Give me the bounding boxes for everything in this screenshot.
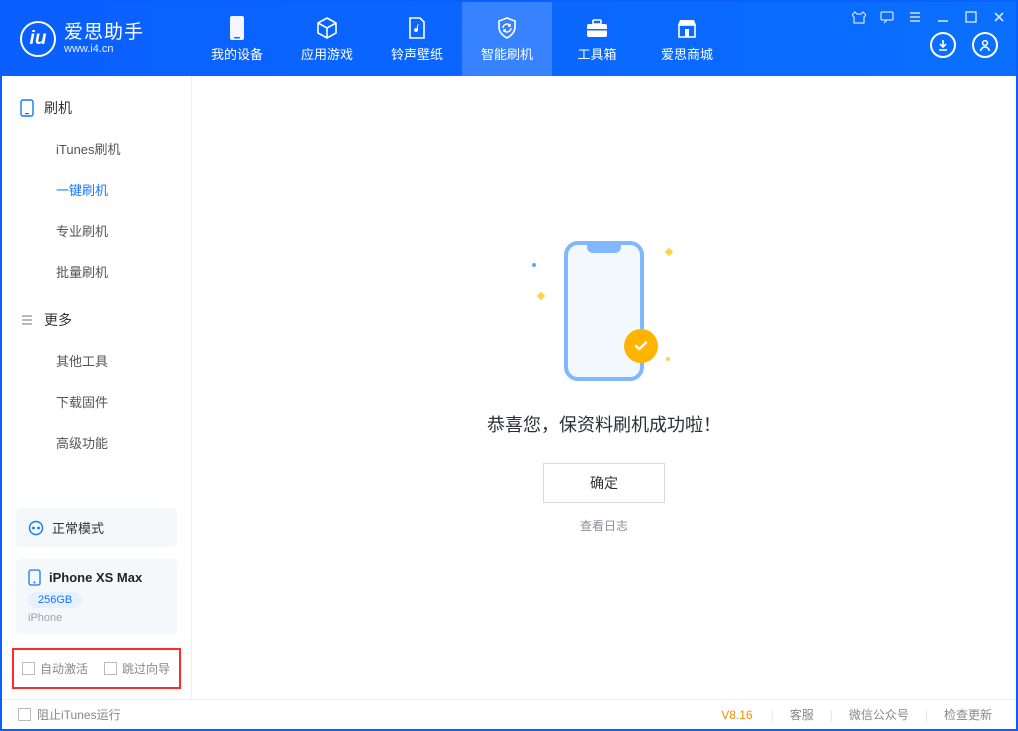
device-icon <box>225 16 249 40</box>
brand: iu 爱思助手 www.i4.cn <box>2 2 192 76</box>
brand-url: www.i4.cn <box>64 43 144 55</box>
sidebar-item-pro-flash[interactable]: 专业刷机 <box>2 210 191 251</box>
maximize-button[interactable] <box>964 10 978 24</box>
version-label: V8.16 <box>721 708 762 722</box>
sidebar: 刷机 iTunes刷机 一键刷机 专业刷机 批量刷机 更多 其他工具 下载固件 … <box>2 76 192 699</box>
toolbox-icon <box>585 16 609 40</box>
sidebar-section-title: 更多 <box>44 310 72 330</box>
nav-apps-games[interactable]: 应用游戏 <box>282 2 372 76</box>
nav-label: 爱思商城 <box>661 44 713 63</box>
flash-options-box: 自动激活 跳过向导 <box>12 648 181 689</box>
success-illustration <box>544 241 664 391</box>
window-controls <box>842 2 1016 32</box>
nav-label: 铃声壁纸 <box>391 44 443 63</box>
device-info-card[interactable]: iPhone XS Max 256GB iPhone <box>16 559 177 634</box>
sidebar-item-oneclick-flash[interactable]: 一键刷机 <box>2 169 191 210</box>
sidebar-section-more: 更多 <box>2 300 191 340</box>
sidebar-item-download-firmware[interactable]: 下载固件 <box>2 381 191 422</box>
feedback-icon[interactable] <box>880 10 894 24</box>
skip-guide-label: 跳过向导 <box>122 660 170 677</box>
support-link[interactable]: 客服 <box>782 706 822 723</box>
view-log-link[interactable]: 查看日志 <box>580 517 628 534</box>
nav-store[interactable]: 爱思商城 <box>642 2 732 76</box>
content-area: 恭喜您，保资料刷机成功啦！ 确定 查看日志 <box>192 76 1016 699</box>
stop-itunes-checkbox[interactable]: 阻止iTunes运行 <box>18 706 121 723</box>
nav-ringtones-wallpapers[interactable]: 铃声壁纸 <box>372 2 462 76</box>
nav-my-device[interactable]: 我的设备 <box>192 2 282 76</box>
nav-smart-flash[interactable]: 智能刷机 <box>462 2 552 76</box>
sidebar-item-itunes-flash[interactable]: iTunes刷机 <box>2 128 191 169</box>
skip-guide-checkbox[interactable]: 跳过向导 <box>104 660 170 677</box>
device-type: iPhone <box>28 612 165 624</box>
store-icon <box>675 16 699 40</box>
sidebar-section-title: 刷机 <box>44 98 72 118</box>
device-mode-label: 正常模式 <box>52 518 104 537</box>
sidebar-item-advanced[interactable]: 高级功能 <box>2 422 191 463</box>
sidebar-section-flash: 刷机 <box>2 88 191 128</box>
sidebar-item-other-tools[interactable]: 其他工具 <box>2 340 191 381</box>
skin-icon[interactable] <box>852 10 866 24</box>
brand-logo-icon: iu <box>20 21 56 57</box>
confirm-button[interactable]: 确定 <box>543 463 665 503</box>
shield-refresh-icon <box>495 16 519 40</box>
nav-label: 应用游戏 <box>301 44 353 63</box>
result-title: 恭喜您，保资料刷机成功啦！ <box>487 411 721 437</box>
check-badge-icon <box>624 329 658 363</box>
download-manager-button[interactable] <box>930 32 956 58</box>
minimize-button[interactable] <box>936 10 950 24</box>
nav-toolbox[interactable]: 工具箱 <box>552 2 642 76</box>
device-phone-icon <box>28 569 41 586</box>
nav-label: 我的设备 <box>211 44 263 63</box>
device-mode-card[interactable]: 正常模式 <box>16 508 177 547</box>
auto-activate-checkbox[interactable]: 自动激活 <box>22 660 88 677</box>
titlebar: iu 爱思助手 www.i4.cn 我的设备 应用游戏 铃声壁纸 智能刷机 <box>2 2 1016 76</box>
wechat-link[interactable]: 微信公众号 <box>841 706 917 723</box>
mode-icon <box>28 520 44 536</box>
nav-label: 智能刷机 <box>481 44 533 63</box>
close-button[interactable] <box>992 10 1006 24</box>
account-button[interactable] <box>972 32 998 58</box>
stop-itunes-label: 阻止iTunes运行 <box>37 706 121 723</box>
phone-outline-icon <box>20 99 34 117</box>
list-icon <box>20 313 34 327</box>
cube-icon <box>315 16 339 40</box>
sidebar-item-batch-flash[interactable]: 批量刷机 <box>2 251 191 292</box>
nav-label: 工具箱 <box>577 44 616 63</box>
check-update-link[interactable]: 检查更新 <box>936 706 1000 723</box>
top-nav: 我的设备 应用游戏 铃声壁纸 智能刷机 工具箱 爱思商城 <box>192 2 732 76</box>
menu-icon[interactable] <box>908 10 922 24</box>
statusbar: 阻止iTunes运行 V8.16 | 客服 | 微信公众号 | 检查更新 <box>2 699 1016 729</box>
device-capacity-badge: 256GB <box>28 592 82 608</box>
brand-name: 爱思助手 <box>64 23 144 44</box>
auto-activate-label: 自动激活 <box>40 660 88 677</box>
device-name: iPhone XS Max <box>49 570 142 585</box>
music-file-icon <box>405 16 429 40</box>
